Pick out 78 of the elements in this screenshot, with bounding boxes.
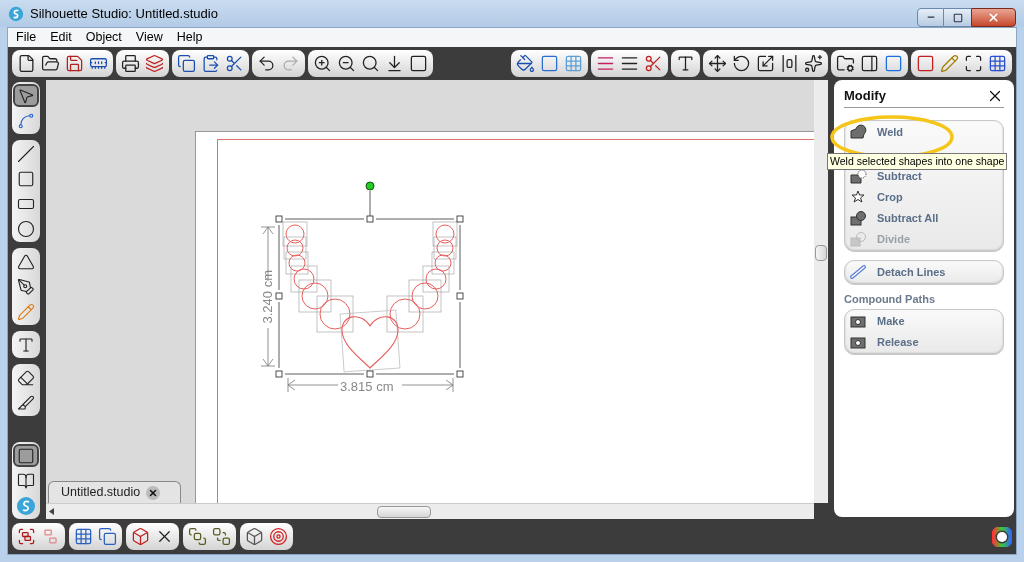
compound-path-icon [849,314,867,329]
save-icon[interactable] [65,54,84,73]
close-icon [987,11,1000,24]
maximize-button[interactable] [944,8,971,27]
modify-item[interactable]: Make [848,311,1000,332]
panel-title: Modify [844,87,886,105]
menu-item[interactable]: View [135,28,163,47]
section-heading: Compound Paths [844,291,937,307]
vertical-scrollbar[interactable] [814,80,828,503]
subtract-shape-icon [849,168,867,184]
scroll-thumb[interactable] [815,245,827,261]
shapes-icon [849,231,867,247]
tab-close-button[interactable] [146,485,161,500]
sparkle-icon[interactable] [804,54,823,73]
paint-bucket-icon[interactable] [516,54,535,73]
menu-item[interactable]: Help [176,28,203,47]
move-icon[interactable] [708,54,727,73]
color-wheel-icon[interactable] [992,526,1012,547]
maximize-icon [952,12,963,23]
logo-icon [8,5,24,22]
text-icon[interactable] [676,54,695,73]
send-to-back-icon[interactable] [212,527,231,546]
group-icon[interactable] [17,527,36,546]
zoom-in-icon[interactable] [313,54,332,73]
line-style-icon[interactable] [620,54,639,73]
menu-item[interactable]: Edit [50,28,72,47]
height-label: 3.240 cm [259,269,277,326]
copy-icon[interactable] [177,54,196,73]
panel-icon[interactable] [860,54,879,73]
arrow-down-icon[interactable] [385,54,404,73]
link-icon [849,264,867,280]
horizontal-scrollbar[interactable] [46,503,814,519]
square-icon[interactable] [916,54,935,73]
menu-item[interactable]: File [16,28,37,47]
star-shape-icon [849,189,867,205]
printer-icon[interactable] [121,54,140,73]
modify-item[interactable]: Release [848,332,1000,353]
tooltip: Weld selected shapes into one shape [827,153,1008,170]
modify-item[interactable]: Subtract All [848,207,1000,229]
close-button[interactable] [971,8,1016,27]
page-frame-icon[interactable] [409,54,428,73]
modify-item[interactable]: Weld [848,121,1000,143]
scroll-left-icon[interactable] [49,508,54,515]
folder-settings-icon[interactable] [836,54,855,73]
scroll-thumb[interactable] [377,505,431,518]
cut-style-icon[interactable] [644,54,663,73]
folder-icon[interactable] [41,54,60,73]
scale-icon[interactable] [756,54,775,73]
scissors-icon[interactable] [225,54,244,73]
width-label: 3.815 cm [340,378,394,396]
window-title: Silhouette Studio: Untitled.studio [30,4,218,23]
fill-icon[interactable] [540,54,559,73]
box-icon[interactable] [131,527,150,546]
fullscreen-icon[interactable] [964,54,983,73]
modify-item[interactable]: Detach Lines [848,261,1000,283]
shapes-icon [849,210,867,226]
close-icon [148,487,159,498]
modify-item[interactable]: Crop [848,186,1000,208]
align-icon[interactable] [780,54,799,73]
menu-item[interactable]: Object [85,28,122,47]
document-tab[interactable]: Untitled.studio [48,481,182,503]
zoom-select-icon[interactable] [361,54,380,73]
grid-icon[interactable] [988,54,1007,73]
new-file-icon[interactable] [17,54,36,73]
paste-icon[interactable] [201,54,220,73]
offset-icon[interactable] [269,527,288,546]
compound-path-icon [849,335,867,350]
zoom-out-icon[interactable] [337,54,356,73]
duplicate-icon[interactable] [98,527,117,546]
bring-to-front-icon[interactable] [188,527,207,546]
pencil-icon[interactable] [940,54,959,73]
pattern-icon[interactable] [564,54,583,73]
undo-icon[interactable] [257,54,276,73]
minimize-button[interactable] [917,8,944,27]
fill-square-icon[interactable] [884,54,903,73]
line-color-icon[interactable] [596,54,615,73]
rotate-icon[interactable] [732,54,751,73]
tab-label: Untitled.studio [61,484,141,502]
